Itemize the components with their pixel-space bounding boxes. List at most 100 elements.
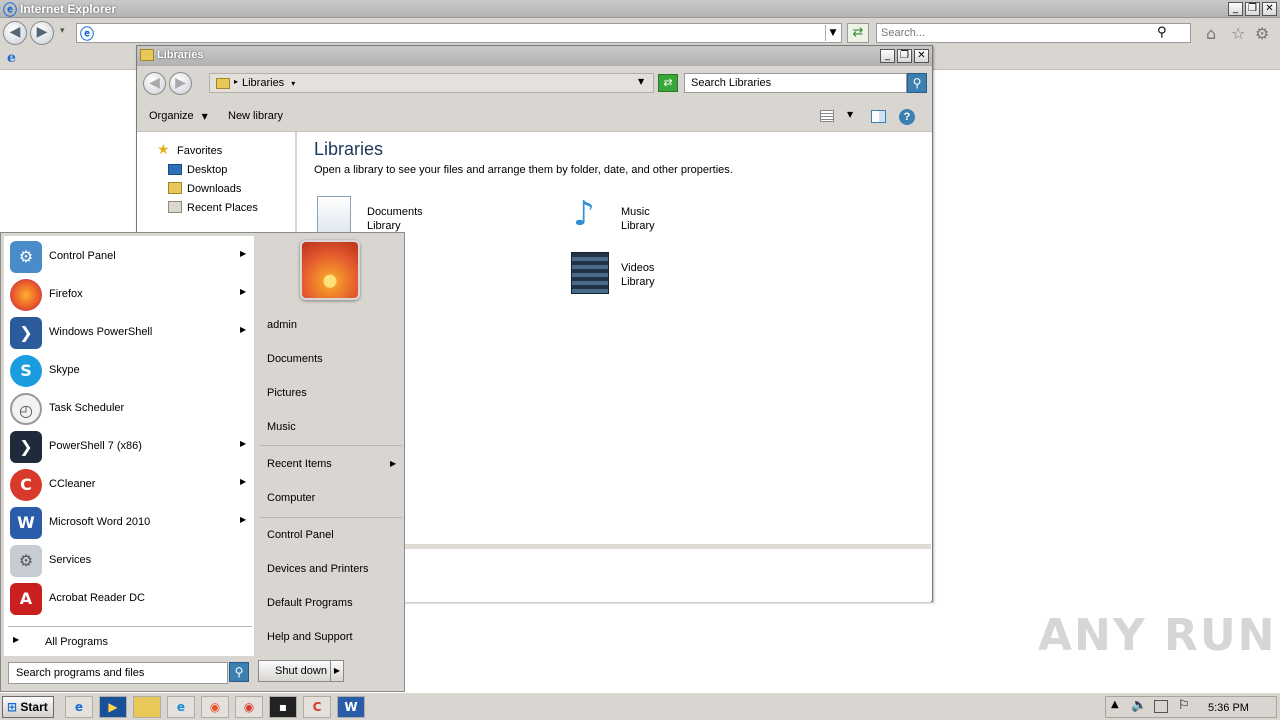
videos-library-item[interactable]: Videos Library (569, 250, 749, 296)
address-history-dropdown-icon[interactable]: ▼ (638, 77, 644, 86)
program-powershell-7[interactable]: ❯ PowerShell 7 (x86) ▶ (4, 428, 254, 466)
organize-button[interactable]: Organize ▼ (149, 110, 208, 122)
chrome-icon[interactable]: ◉ (235, 696, 263, 718)
start-right-help-support[interactable]: Help and Support (267, 631, 353, 643)
explorer-search-input[interactable]: Search Libraries (684, 73, 907, 93)
search-icon[interactable]: ⚲ (1157, 25, 1167, 40)
submenu-arrow-icon: ▶ (240, 477, 247, 486)
volume-icon[interactable]: 🔈 (1131, 698, 1147, 713)
program-microsoft-word[interactable]: W Microsoft Word 2010 ▶ (4, 504, 254, 542)
start-right-music[interactable]: Music (267, 421, 296, 433)
explorer-forward-button[interactable]: ▶ (169, 72, 192, 95)
videos-library-name: Videos (621, 262, 655, 274)
explorer-titlebar: Libraries _ ❐ ✕ (137, 46, 932, 66)
start-button[interactable]: ⊞ Start (2, 696, 54, 718)
program-label: Skype (49, 364, 80, 376)
tab-favicon-icon[interactable]: e (7, 50, 16, 66)
terminal-icon[interactable]: ▪ (269, 696, 297, 718)
shutdown-options-arrow-icon[interactable]: ▶ (330, 660, 344, 682)
explorer-maximize-button[interactable]: ❐ (897, 49, 912, 63)
videos-library-type: Library (621, 276, 655, 288)
explorer-close-button[interactable]: ✕ (914, 49, 929, 63)
new-library-button[interactable]: New library (228, 110, 283, 122)
windows-logo-icon: ⊞ (7, 700, 18, 714)
action-center-flag-icon[interactable]: ⚐ (1178, 698, 1190, 713)
nav-favorites[interactable]: Favorites (177, 145, 222, 157)
nav-desktop[interactable]: Desktop (187, 164, 227, 176)
ie-minimize-button[interactable]: _ (1228, 2, 1243, 16)
program-skype[interactable]: S Skype (4, 352, 254, 390)
ccleaner-icon[interactable]: C (303, 696, 331, 718)
internet-explorer-icon[interactable]: e (65, 696, 93, 718)
network-icon[interactable] (1154, 700, 1168, 713)
start-right-control-panel[interactable]: Control Panel (267, 529, 334, 541)
history-dropdown-icon[interactable]: ▾ (60, 26, 65, 36)
program-firefox[interactable]: Firefox ▶ (4, 276, 254, 314)
program-control-panel[interactable]: ⚙ Control Panel ▶ (4, 238, 254, 276)
word-icon[interactable]: W (337, 696, 365, 718)
explorer-folder-icon[interactable] (133, 696, 161, 718)
ie-titlebar: ⓔ Internet Explorer _ ❐ ✕ (0, 0, 1280, 19)
music-library-item[interactable]: ♪ Music Library (569, 194, 749, 240)
ie-forward-button[interactable]: ▶ (30, 21, 54, 45)
start-right-recent-items[interactable]: Recent Items (267, 458, 332, 470)
skype-icon: S (10, 355, 42, 387)
start-search-input[interactable]: Search programs and files (8, 662, 228, 684)
edge-icon[interactable]: e (167, 696, 195, 718)
view-dropdown-icon[interactable]: ▼ (847, 110, 853, 119)
ie-back-button[interactable]: ◀ (3, 21, 27, 45)
taskbar-clock[interactable]: 5:36 PM (1208, 702, 1249, 714)
program-windows-powershell[interactable]: ❯ Windows PowerShell ▶ (4, 314, 254, 352)
preview-pane-icon[interactable] (871, 110, 886, 123)
start-right-documents[interactable]: Documents (267, 353, 323, 365)
ie-address-bar[interactable]: ⓔ ▼ (76, 23, 842, 43)
task-scheduler-icon: ◴ (10, 393, 42, 425)
downloads-folder-icon (168, 182, 182, 194)
nav-recent-places[interactable]: Recent Places (187, 202, 258, 214)
refresh-icon[interactable]: ⇄ (847, 23, 869, 43)
explorer-back-button[interactable]: ◀ (143, 72, 166, 95)
change-view-icon[interactable] (820, 110, 834, 122)
word-icon: W (10, 507, 42, 539)
start-right-default-programs[interactable]: Default Programs (267, 597, 353, 609)
user-avatar[interactable] (300, 240, 360, 300)
start-right-admin[interactable]: admin (267, 319, 297, 331)
program-ccleaner[interactable]: C CCleaner ▶ (4, 466, 254, 504)
explorer-breadcrumb[interactable]: ▸ Libraries ▾ ▼ (209, 73, 654, 93)
start-right-pictures[interactable]: Pictures (267, 387, 307, 399)
gear-icon[interactable]: ⚙ (1255, 24, 1269, 43)
explorer-search-icon[interactable]: ⚲ (907, 73, 927, 93)
libraries-folder-icon (140, 49, 154, 61)
help-icon[interactable]: ? (899, 109, 915, 125)
start-programs-list: ⚙ Control Panel ▶ Firefox ▶ ❯ Windows Po… (4, 236, 254, 656)
explorer-minimize-button[interactable]: _ (880, 49, 895, 63)
firefox-icon[interactable]: ◉ (201, 696, 229, 718)
submenu-arrow-icon: ▶ (240, 287, 247, 296)
program-task-scheduler[interactable]: ◴ Task Scheduler (4, 390, 254, 428)
submenu-arrow-icon: ▶ (240, 439, 247, 448)
nav-downloads[interactable]: Downloads (187, 183, 241, 195)
breadcrumb-dropdown-icon[interactable]: ▾ (291, 79, 295, 88)
anyrun-watermark: ANY RUN (1038, 610, 1277, 661)
page-favicon-icon: ⓔ (80, 27, 94, 43)
breadcrumb-arrow-icon[interactable]: ▸ (234, 77, 238, 86)
ie-search-input[interactable]: Search... (876, 23, 1191, 43)
ie-restore-button[interactable]: ❐ (1245, 2, 1260, 16)
breadcrumb-libraries[interactable]: Libraries (242, 77, 284, 89)
favorites-star-icon[interactable]: ☆ (1231, 24, 1245, 43)
taskbar: ⊞ Start e ▶ e ◉ ◉ ▪ C W ▲ 🔈 ⚐ (0, 692, 1280, 720)
start-right-devices-printers[interactable]: Devices and Printers (267, 563, 369, 575)
ie-close-button[interactable]: ✕ (1262, 2, 1277, 16)
start-search-icon[interactable]: ⚲ (229, 662, 249, 682)
show-hidden-icons-icon[interactable]: ▲ (1111, 699, 1119, 710)
recent-items-arrow-icon: ▶ (390, 459, 397, 468)
recent-places-icon (168, 201, 182, 213)
home-icon[interactable]: ⌂ (1206, 24, 1216, 43)
all-programs-item[interactable]: ▶ All Programs (4, 630, 254, 654)
media-player-icon[interactable]: ▶ (99, 696, 127, 718)
address-dropdown-icon[interactable]: ▼ (825, 25, 840, 41)
explorer-refresh-icon[interactable]: ⇄ (658, 74, 678, 92)
program-acrobat-reader[interactable]: A Acrobat Reader DC (4, 580, 254, 618)
program-services[interactable]: ⚙ Services (4, 542, 254, 580)
start-right-computer[interactable]: Computer (267, 492, 315, 504)
